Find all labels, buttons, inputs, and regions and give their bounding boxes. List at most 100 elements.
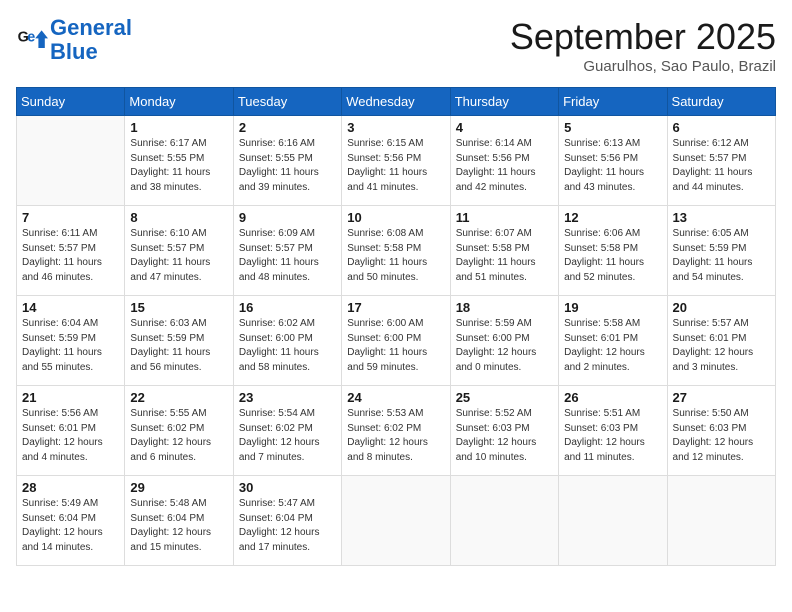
day-number: 15 bbox=[130, 300, 227, 315]
day-info: Sunrise: 6:15 AM Sunset: 5:56 PM Dayligh… bbox=[347, 137, 444, 195]
day-number: 16 bbox=[239, 300, 336, 315]
day-number: 30 bbox=[239, 480, 336, 495]
day-info: Sunrise: 6:05 AM Sunset: 5:59 PM Dayligh… bbox=[673, 227, 770, 285]
calendar-cell: 20Sunrise: 5:57 AM Sunset: 6:01 PM Dayli… bbox=[667, 296, 775, 386]
week-row-4: 28 Sunrise: 5:49 AM Sunset: 6:04 PM Dayli… bbox=[17, 476, 776, 566]
day-number: 12 bbox=[564, 210, 661, 225]
calendar-cell: 21 Sunrise: 5:56 AM Sunset: 6:01 PM Dayli… bbox=[17, 386, 125, 476]
day-number: 29 bbox=[130, 480, 227, 495]
day-number: 4 bbox=[456, 120, 553, 135]
day-info: Sunrise: 5:57 AM Sunset: 6:01 PM Dayligh… bbox=[673, 317, 770, 375]
day-number: 7 bbox=[22, 210, 119, 225]
calendar-cell: 14 Sunrise: 6:04 AM Sunset: 5:59 PM Dayli… bbox=[17, 296, 125, 386]
day-number: 23 bbox=[239, 390, 336, 405]
day-number: 1 bbox=[130, 120, 227, 135]
day-number: 8 bbox=[130, 210, 227, 225]
calendar-cell: 5Sunrise: 6:13 AM Sunset: 5:56 PM Daylig… bbox=[559, 116, 667, 206]
week-row-1: 7Sunrise: 6:11 AM Sunset: 5:57 PM Daylig… bbox=[17, 206, 776, 296]
month-title: September 2025 bbox=[510, 16, 776, 58]
calendar-cell: 9Sunrise: 6:09 AM Sunset: 5:57 PM Daylig… bbox=[233, 206, 341, 296]
location: Guarulhos, Sao Paulo, Brazil bbox=[510, 58, 776, 75]
day-number: 27 bbox=[673, 390, 770, 405]
weekday-header-row: SundayMondayTuesdayWednesdayThursdayFrid… bbox=[17, 88, 776, 116]
day-number: 21 bbox=[22, 390, 119, 405]
weekday-header-friday: Friday bbox=[559, 88, 667, 116]
calendar-cell: 22 Sunrise: 5:55 AM Sunset: 6:02 PM Dayli… bbox=[125, 386, 233, 476]
calendar-cell bbox=[17, 116, 125, 206]
calendar-cell: 16 Sunrise: 6:02 AM Sunset: 6:00 PM Dayli… bbox=[233, 296, 341, 386]
day-info: Sunrise: 5:59 AM Sunset: 6:00 PM Dayligh… bbox=[456, 317, 553, 375]
weekday-header-wednesday: Wednesday bbox=[342, 88, 450, 116]
day-number: 13 bbox=[673, 210, 770, 225]
calendar: SundayMondayTuesdayWednesdayThursdayFrid… bbox=[16, 87, 776, 566]
day-info: Sunrise: 5:54 AM Sunset: 6:02 PM Dayligh… bbox=[239, 407, 336, 465]
calendar-cell: 1 Sunrise: 6:17 AM Sunset: 5:55 PM Daylig… bbox=[125, 116, 233, 206]
calendar-cell: 13 Sunrise: 6:05 AM Sunset: 5:59 PM Dayli… bbox=[667, 206, 775, 296]
calendar-cell: 8 Sunrise: 6:10 AM Sunset: 5:57 PM Daylig… bbox=[125, 206, 233, 296]
day-info: Sunrise: 5:50 AM Sunset: 6:03 PM Dayligh… bbox=[673, 407, 770, 465]
calendar-cell: 2Sunrise: 6:16 AM Sunset: 5:55 PM Daylig… bbox=[233, 116, 341, 206]
week-row-0: 1 Sunrise: 6:17 AM Sunset: 5:55 PM Daylig… bbox=[17, 116, 776, 206]
logo: G e GeneralBlue bbox=[16, 16, 132, 64]
day-info: Sunrise: 6:03 AM Sunset: 5:59 PM Dayligh… bbox=[130, 317, 227, 375]
day-info: Sunrise: 6:00 AM Sunset: 6:00 PM Dayligh… bbox=[347, 317, 444, 375]
day-number: 3 bbox=[347, 120, 444, 135]
calendar-cell bbox=[667, 476, 775, 566]
weekday-header-thursday: Thursday bbox=[450, 88, 558, 116]
day-number: 17 bbox=[347, 300, 444, 315]
svg-text:e: e bbox=[27, 30, 35, 46]
day-number: 26 bbox=[564, 390, 661, 405]
day-number: 9 bbox=[239, 210, 336, 225]
calendar-cell: 23 Sunrise: 5:54 AM Sunset: 6:02 PM Dayli… bbox=[233, 386, 341, 476]
day-info: Sunrise: 6:12 AM Sunset: 5:57 PM Dayligh… bbox=[673, 137, 770, 195]
calendar-cell bbox=[342, 476, 450, 566]
day-number: 19 bbox=[564, 300, 661, 315]
calendar-cell: 29 Sunrise: 5:48 AM Sunset: 6:04 PM Dayli… bbox=[125, 476, 233, 566]
day-info: Sunrise: 6:10 AM Sunset: 5:57 PM Dayligh… bbox=[130, 227, 227, 285]
day-info: Sunrise: 5:49 AM Sunset: 6:04 PM Dayligh… bbox=[22, 497, 119, 555]
weekday-header-tuesday: Tuesday bbox=[233, 88, 341, 116]
day-info: Sunrise: 5:51 AM Sunset: 6:03 PM Dayligh… bbox=[564, 407, 661, 465]
calendar-cell: 11 Sunrise: 6:07 AM Sunset: 5:58 PM Dayli… bbox=[450, 206, 558, 296]
day-number: 22 bbox=[130, 390, 227, 405]
weekday-header-saturday: Saturday bbox=[667, 88, 775, 116]
title-block: September 2025 Guarulhos, Sao Paulo, Bra… bbox=[510, 16, 776, 75]
calendar-cell: 24 Sunrise: 5:53 AM Sunset: 6:02 PM Dayli… bbox=[342, 386, 450, 476]
weekday-header-sunday: Sunday bbox=[17, 88, 125, 116]
calendar-cell bbox=[559, 476, 667, 566]
day-info: Sunrise: 5:47 AM Sunset: 6:04 PM Dayligh… bbox=[239, 497, 336, 555]
day-number: 28 bbox=[22, 480, 119, 495]
day-info: Sunrise: 5:48 AM Sunset: 6:04 PM Dayligh… bbox=[130, 497, 227, 555]
week-row-2: 14 Sunrise: 6:04 AM Sunset: 5:59 PM Dayli… bbox=[17, 296, 776, 386]
weekday-header-monday: Monday bbox=[125, 88, 233, 116]
calendar-cell: 27 Sunrise: 5:50 AM Sunset: 6:03 PM Dayli… bbox=[667, 386, 775, 476]
day-info: Sunrise: 5:56 AM Sunset: 6:01 PM Dayligh… bbox=[22, 407, 119, 465]
day-info: Sunrise: 6:17 AM Sunset: 5:55 PM Dayligh… bbox=[130, 137, 227, 195]
day-info: Sunrise: 6:02 AM Sunset: 6:00 PM Dayligh… bbox=[239, 317, 336, 375]
day-number: 11 bbox=[456, 210, 553, 225]
day-number: 24 bbox=[347, 390, 444, 405]
day-number: 10 bbox=[347, 210, 444, 225]
day-number: 25 bbox=[456, 390, 553, 405]
calendar-cell: 3 Sunrise: 6:15 AM Sunset: 5:56 PM Daylig… bbox=[342, 116, 450, 206]
calendar-cell: 12Sunrise: 6:06 AM Sunset: 5:58 PM Dayli… bbox=[559, 206, 667, 296]
page-header: G e GeneralBlue September 2025 Guarulhos… bbox=[16, 16, 776, 75]
calendar-cell: 28 Sunrise: 5:49 AM Sunset: 6:04 PM Dayli… bbox=[17, 476, 125, 566]
day-number: 2 bbox=[239, 120, 336, 135]
calendar-cell: 18Sunrise: 5:59 AM Sunset: 6:00 PM Dayli… bbox=[450, 296, 558, 386]
calendar-cell: 10Sunrise: 6:08 AM Sunset: 5:58 PM Dayli… bbox=[342, 206, 450, 296]
day-info: Sunrise: 5:58 AM Sunset: 6:01 PM Dayligh… bbox=[564, 317, 661, 375]
calendar-cell: 4Sunrise: 6:14 AM Sunset: 5:56 PM Daylig… bbox=[450, 116, 558, 206]
day-info: Sunrise: 5:53 AM Sunset: 6:02 PM Dayligh… bbox=[347, 407, 444, 465]
day-info: Sunrise: 5:52 AM Sunset: 6:03 PM Dayligh… bbox=[456, 407, 553, 465]
day-info: Sunrise: 6:13 AM Sunset: 5:56 PM Dayligh… bbox=[564, 137, 661, 195]
calendar-cell: 17 Sunrise: 6:00 AM Sunset: 6:00 PM Dayli… bbox=[342, 296, 450, 386]
day-info: Sunrise: 6:04 AM Sunset: 5:59 PM Dayligh… bbox=[22, 317, 119, 375]
day-number: 14 bbox=[22, 300, 119, 315]
day-info: Sunrise: 5:55 AM Sunset: 6:02 PM Dayligh… bbox=[130, 407, 227, 465]
calendar-cell: 25 Sunrise: 5:52 AM Sunset: 6:03 PM Dayli… bbox=[450, 386, 558, 476]
day-info: Sunrise: 6:07 AM Sunset: 5:58 PM Dayligh… bbox=[456, 227, 553, 285]
calendar-cell: 26 Sunrise: 5:51 AM Sunset: 6:03 PM Dayli… bbox=[559, 386, 667, 476]
logo-icon: G e bbox=[16, 24, 48, 56]
logo-text: GeneralBlue bbox=[50, 16, 132, 64]
